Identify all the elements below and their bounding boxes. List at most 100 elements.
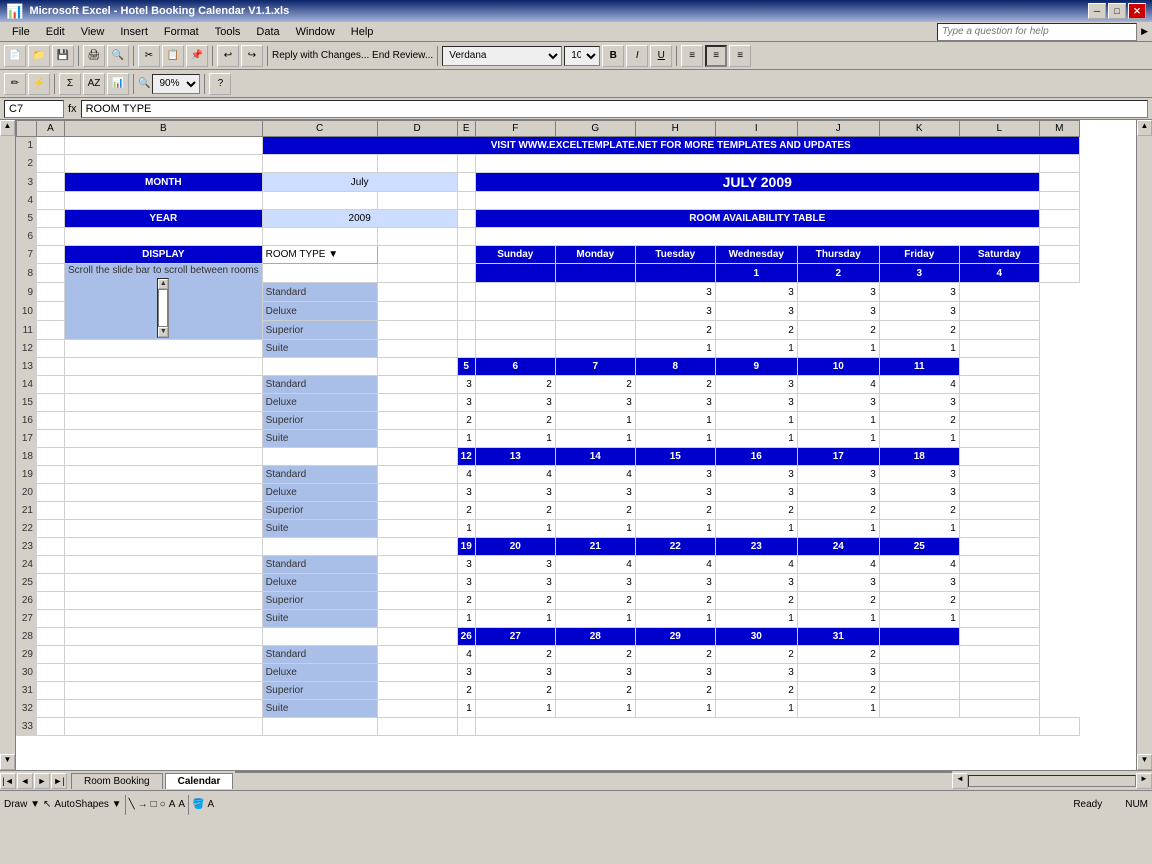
col-H-header[interactable]: H [635, 121, 715, 137]
r23-fri: 24 [797, 538, 879, 556]
scroll-widget[interactable]: ▲ ▼ [157, 278, 169, 338]
r12-scroll-placeholder [65, 340, 263, 358]
undo-button[interactable]: ↩ [217, 45, 239, 67]
menu-file[interactable]: File [4, 24, 38, 40]
open-button[interactable]: 📁 [28, 45, 50, 67]
r15-tue: 3 [555, 394, 635, 412]
menu-window[interactable]: Window [288, 24, 343, 40]
font-select[interactable]: Verdana [442, 46, 562, 66]
tab-first[interactable]: |◄ [0, 773, 16, 789]
sort-az[interactable]: AZ [83, 73, 105, 95]
restore-button[interactable]: □ [1108, 3, 1126, 19]
r24-sat: 4 [879, 556, 959, 574]
r23-d [377, 538, 457, 556]
row-scroll[interactable]: ▲ ▼ [0, 120, 16, 770]
col-F-header[interactable]: F [475, 121, 555, 137]
zoom-select[interactable]: 90% [152, 74, 200, 94]
autoshapes-label[interactable]: AutoShapes ▼ [54, 799, 121, 810]
scroll-thumb[interactable] [158, 289, 168, 327]
save-button[interactable]: 💾 [52, 45, 74, 67]
textbox-icon[interactable]: A [169, 799, 176, 810]
bold-button[interactable]: B [602, 45, 624, 67]
line-icon[interactable]: ╲ [129, 799, 135, 810]
align-left[interactable]: ≡ [681, 45, 703, 67]
help-input[interactable] [937, 23, 1137, 41]
r8-a [37, 264, 65, 283]
menu-data[interactable]: Data [248, 24, 287, 40]
r33-d [377, 718, 457, 736]
vscroll-up[interactable]: ▲ [1137, 120, 1152, 136]
row-18: 18 12 13 14 15 16 17 18 [17, 448, 1080, 466]
scroll-down-btn[interactable]: ▼ [158, 327, 168, 337]
r20-fri: 3 [797, 484, 879, 502]
print-button[interactable]: 🖨 [83, 45, 105, 67]
cut-button[interactable]: ✂ [138, 45, 160, 67]
chart-button[interactable]: 📊 [107, 73, 129, 95]
col-I-header[interactable]: I [715, 121, 797, 137]
minimize-button[interactable]: ─ [1088, 3, 1106, 19]
select-icon[interactable]: ↖ [43, 799, 51, 810]
paste-button[interactable]: 📌 [186, 45, 208, 67]
col-M-header[interactable]: M [1039, 121, 1079, 137]
scroll-track[interactable] [0, 136, 15, 754]
menu-view[interactable]: View [73, 24, 113, 40]
new-button[interactable]: 📄 [4, 45, 26, 67]
menu-format[interactable]: Format [156, 24, 207, 40]
r23-sat: 25 [879, 538, 959, 556]
sum-button[interactable]: Σ [59, 73, 81, 95]
tab-last[interactable]: ►| [51, 773, 67, 789]
menu-tools[interactable]: Tools [207, 24, 249, 40]
preview-button[interactable]: 🔍 [107, 45, 129, 67]
r17-sat: 1 [879, 430, 959, 448]
tab-prev[interactable]: ◄ [17, 773, 33, 789]
col-B-header[interactable]: B [65, 121, 263, 137]
col-C-header[interactable]: C [262, 121, 377, 137]
rn-10: 10 [17, 302, 37, 321]
size-select[interactable]: 10 [564, 46, 600, 66]
sheet-scroll-container[interactable]: A B C D E F G H I J K L M 1 [16, 120, 1136, 770]
paint-icon[interactable]: 🪣 [192, 799, 204, 810]
col-G-header[interactable]: G [555, 121, 635, 137]
hscroll-right[interactable]: ► [1136, 773, 1152, 789]
copy-button[interactable]: 📋 [162, 45, 184, 67]
help-btn2[interactable]: ? [209, 73, 231, 95]
right-scrollbar[interactable]: ▲ ▼ [1136, 120, 1152, 770]
cell-reference[interactable] [4, 100, 64, 118]
menu-insert[interactable]: Insert [112, 24, 156, 40]
help-arrow[interactable]: ▶ [1141, 26, 1148, 37]
tab-next[interactable]: ► [34, 773, 50, 789]
col-A-header[interactable]: A [37, 121, 65, 137]
italic-button[interactable]: I [626, 45, 648, 67]
col-K-header[interactable]: K [879, 121, 959, 137]
rect-icon[interactable]: □ [151, 799, 157, 810]
formula-input[interactable] [81, 100, 1148, 118]
col-L-header[interactable]: L [959, 121, 1039, 137]
col-E-header[interactable]: E [457, 121, 475, 137]
tab-calendar[interactable]: Calendar [165, 773, 234, 789]
h-scrollbar[interactable]: ◄ ► [952, 771, 1152, 790]
hscroll-track[interactable] [968, 775, 1136, 787]
align-right[interactable]: ≡ [729, 45, 751, 67]
col-J-header[interactable]: J [797, 121, 879, 137]
arrow-icon[interactable]: → [138, 799, 148, 810]
macro-button[interactable]: ⚡ [28, 73, 50, 95]
col-D-header[interactable]: D [377, 121, 457, 137]
vscroll-down[interactable]: ▼ [1137, 754, 1152, 770]
fontcolor-icon[interactable]: A [208, 799, 215, 810]
menu-help[interactable]: Help [343, 24, 382, 40]
draw-button[interactable]: ✏ [4, 73, 26, 95]
align-center[interactable]: ≡ [705, 45, 727, 67]
underline-button[interactable]: U [650, 45, 672, 67]
hscroll-left[interactable]: ◄ [952, 773, 968, 789]
scroll-up-btn[interactable]: ▲ [158, 279, 168, 289]
vscroll-track[interactable] [1137, 136, 1152, 754]
redo-button[interactable]: ↪ [241, 45, 263, 67]
display-dropdown[interactable]: ROOM TYPE ▼ [262, 246, 377, 264]
scroll-up[interactable]: ▲ [0, 120, 15, 136]
tab-room-booking[interactable]: Room Booking [71, 773, 163, 789]
scroll-down[interactable]: ▼ [0, 754, 15, 770]
menu-edit[interactable]: Edit [38, 24, 73, 40]
oval-icon[interactable]: ○ [160, 799, 166, 810]
wordart-icon[interactable]: A [178, 799, 185, 810]
close-button[interactable]: ✕ [1128, 3, 1146, 19]
